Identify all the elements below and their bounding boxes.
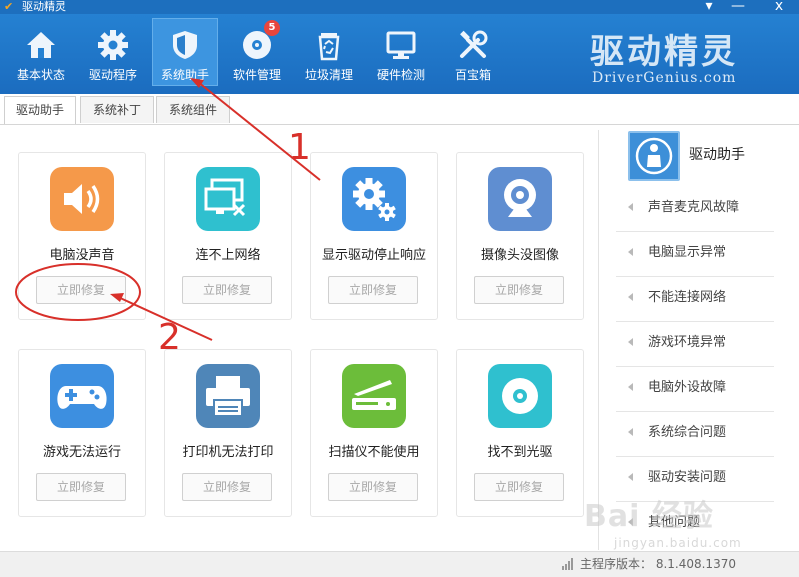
nav-hardware-check[interactable]: 硬件检测 [368, 18, 434, 86]
recycle-bin-icon [318, 33, 340, 61]
card-title: 扫描仪不能使用 [328, 445, 420, 460]
network-disconnected-icon [196, 167, 260, 231]
card-no-sound: 电脑没声音 立即修复 [18, 152, 146, 320]
sidebar-item-label: 驱动安装问题 [648, 470, 727, 485]
signal-icon [562, 558, 573, 570]
arrow-left-icon [628, 293, 633, 301]
sidebar-item-network[interactable]: 不能连接网络 [616, 277, 774, 322]
nav-label: 垃圾清理 [304, 68, 353, 82]
nav-system-assistant[interactable]: 系统助手 [152, 18, 218, 86]
arrow-left-icon [628, 383, 633, 391]
tab-driver-assistant[interactable]: 驱动助手 [4, 96, 76, 124]
card-optical-drive: 找不到光驱 立即修复 [456, 349, 584, 517]
nav-label: 系统助手 [160, 68, 209, 82]
tools-icon [460, 30, 488, 58]
menu-button[interactable]: ▾ [697, 0, 721, 14]
card-title: 游戏无法运行 [42, 445, 121, 460]
gear-icon [98, 30, 128, 60]
arrow-left-icon [628, 473, 633, 481]
version-text: 主程序版本： 8.1.408.1370 [580, 557, 736, 571]
nav-label: 驱动程序 [88, 68, 137, 82]
card-title: 摄像头没图像 [480, 248, 559, 263]
assistant-avatar-icon [628, 131, 680, 181]
fix-now-button[interactable]: 立即修复 [182, 276, 272, 304]
card-title: 显示驱动停止响应 [321, 248, 426, 263]
card-printer: 打印机无法打印 立即修复 [164, 349, 292, 517]
card-title: 电脑没声音 [49, 248, 115, 263]
sidebar-item-display[interactable]: 电脑显示异常 [616, 232, 774, 277]
sidebar-item-driver-install[interactable]: 驱动安装问题 [616, 457, 774, 502]
nav-label: 软件管理 [232, 68, 281, 82]
nav-label: 基本状态 [16, 68, 65, 82]
annotation-step-2: 2 [158, 317, 181, 358]
shield-icon [173, 31, 197, 59]
fix-now-button[interactable]: 立即修复 [474, 473, 564, 501]
sidebar-item-label: 系统综合问题 [648, 425, 727, 440]
app-logo-icon: ✔ [4, 0, 14, 13]
optical-drive-icon [488, 364, 552, 428]
fix-now-button[interactable]: 立即修复 [474, 276, 564, 304]
minimize-button[interactable]: — [726, 0, 750, 14]
sidebar-divider [598, 130, 599, 550]
sub-tab-bar: 驱动助手 系统补丁 系统组件 [0, 94, 799, 125]
sidebar-item-sound-mic[interactable]: 声音麦克风故障 [616, 187, 774, 232]
status-bar: 主程序版本： 8.1.408.1370 [0, 551, 799, 577]
sidebar-item-label: 不能连接网络 [648, 290, 727, 305]
arrow-left-icon [628, 338, 633, 346]
sidebar-item-peripherals[interactable]: 电脑外设故障 [616, 367, 774, 412]
fix-now-button[interactable]: 立即修复 [182, 473, 272, 501]
tab-system-patches[interactable]: 系统补丁 [80, 96, 154, 123]
update-count-badge: 5 [264, 20, 280, 36]
nav-junk-cleanup[interactable]: 垃圾清理 [296, 18, 362, 86]
sidebar-item-game-env[interactable]: 游戏环境异常 [616, 322, 774, 367]
webcam-icon [488, 167, 552, 231]
nav-label: 百宝箱 [454, 68, 491, 82]
card-scanner: 扫描仪不能使用 立即修复 [310, 349, 438, 517]
card-webcam: 摄像头没图像 立即修复 [456, 152, 584, 320]
scanner-icon [342, 364, 406, 428]
brand-url: DriverGenius.com [592, 70, 737, 86]
card-display-driver: 显示驱动停止响应 立即修复 [310, 152, 438, 320]
window-title: 驱动精灵 [22, 0, 66, 13]
arrow-left-icon [628, 428, 633, 436]
arrow-left-icon [628, 248, 633, 256]
close-button[interactable]: x [767, 0, 791, 14]
sidebar-title: 驱动助手 [689, 147, 745, 163]
printer-icon [196, 364, 260, 428]
baidu-watermark: Bai 经验 [584, 499, 714, 534]
nav-toolbox[interactable]: 百宝箱 [440, 18, 506, 86]
home-icon [27, 32, 55, 58]
nav-basic-status[interactable]: 基本状态 [8, 18, 74, 86]
fix-now-button[interactable]: 立即修复 [36, 473, 126, 501]
nav-label: 硬件检测 [376, 68, 425, 82]
title-bar: ✔ 驱动精灵 ▾ — x [0, 0, 799, 14]
card-game-wont-run: 游戏无法运行 立即修复 [18, 349, 146, 517]
main-toolbar: 基本状态 驱动程序 系统助手 5 软件管理 垃圾清理 硬件检测 百宝箱 驱动精灵… [0, 14, 799, 94]
nav-drivers[interactable]: 驱动程序 [80, 18, 146, 86]
monitor-icon [386, 31, 416, 59]
sidebar-item-system[interactable]: 系统综合问题 [616, 412, 774, 457]
annotation-step-1: 1 [288, 127, 311, 168]
gamepad-icon [50, 364, 114, 428]
card-title: 打印机无法打印 [182, 445, 274, 460]
fix-now-button[interactable]: 立即修复 [328, 473, 418, 501]
nav-software-manager[interactable]: 5 软件管理 [224, 18, 290, 86]
brand-logo: 驱动精灵 [590, 32, 738, 72]
speaker-icon [50, 167, 114, 231]
sidebar-item-label: 电脑显示异常 [648, 245, 727, 260]
tab-system-components[interactable]: 系统组件 [156, 96, 230, 123]
sidebar-item-label: 声音麦克风故障 [648, 200, 740, 215]
sidebar-item-label: 游戏环境异常 [648, 335, 727, 350]
card-title: 找不到光驱 [487, 445, 553, 460]
arrow-left-icon [628, 203, 633, 211]
card-title: 连不上网络 [195, 248, 261, 263]
display-gear-icon [342, 167, 406, 231]
card-no-network: 连不上网络 立即修复 [164, 152, 292, 320]
baidu-watermark-url: jingyan.baidu.com [614, 536, 742, 550]
fix-now-button[interactable]: 立即修复 [328, 276, 418, 304]
sidebar-item-label: 电脑外设故障 [648, 380, 727, 395]
fix-now-button[interactable]: 立即修复 [36, 276, 126, 304]
